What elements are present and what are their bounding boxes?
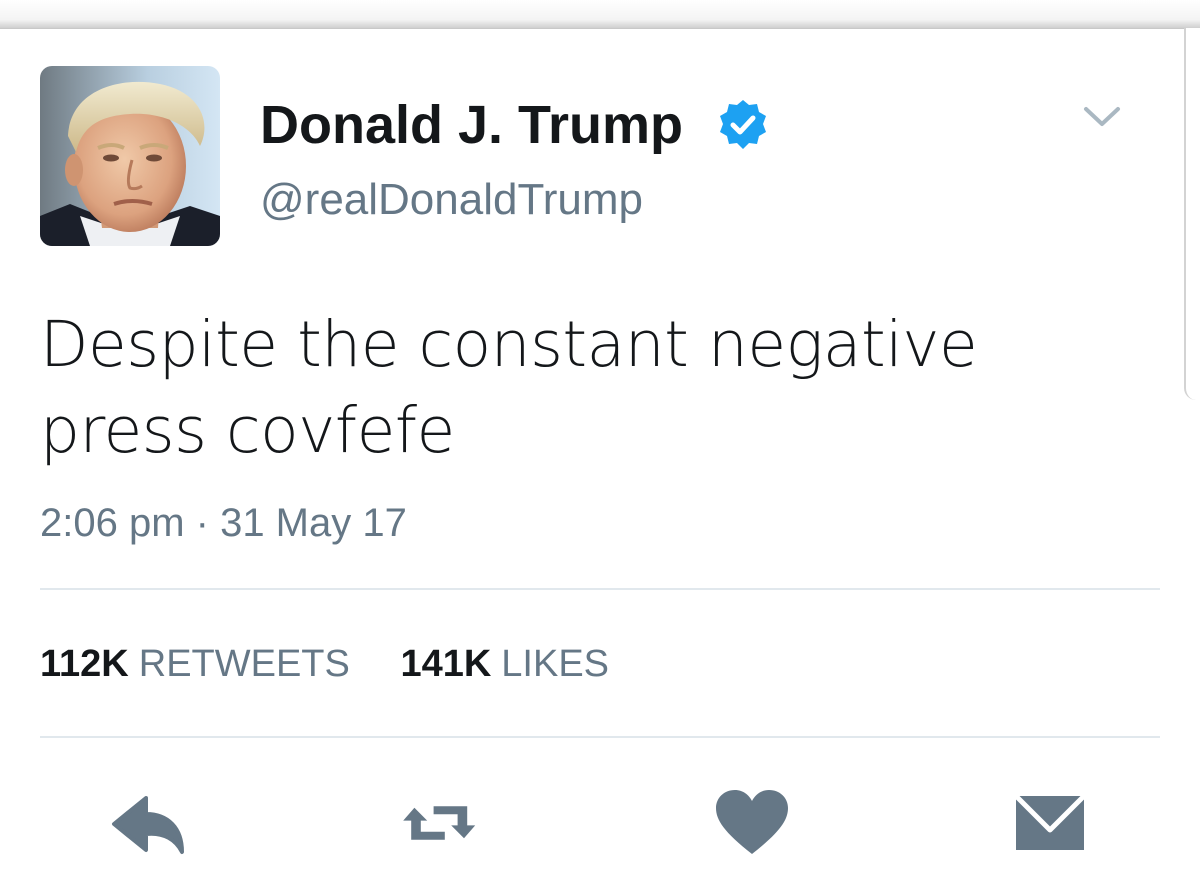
top-bar-edge — [0, 0, 1200, 29]
verified-badge-icon — [720, 100, 766, 149]
heart-icon[interactable] — [712, 788, 792, 858]
handle[interactable]: @realDonaldTrump — [260, 172, 643, 228]
likes-stat[interactable]: 141K LIKES — [400, 640, 609, 688]
envelope-icon[interactable] — [1010, 788, 1090, 858]
retweets-label: RETWEETS — [138, 643, 350, 685]
retweets-stat[interactable]: 112K RETWEETS — [40, 640, 350, 688]
retweet-icon[interactable] — [400, 788, 480, 858]
scrollbar[interactable] — [1184, 28, 1200, 400]
likes-count: 141K — [400, 643, 492, 685]
retweets-count: 112K — [40, 643, 129, 685]
timestamp[interactable]: 2:06 pm · 31 May 17 — [40, 498, 407, 548]
display-name[interactable]: Donald J. Trump — [260, 92, 683, 158]
divider — [40, 736, 1160, 738]
avatar[interactable] — [40, 66, 220, 246]
likes-label: LIKES — [501, 643, 610, 685]
divider — [40, 588, 1160, 590]
tweet-detail-screen: Donald J. Trump @realDonaldTrump Despite… — [0, 0, 1200, 890]
tweet-text: Despite the constant negative press covf… — [40, 308, 978, 467]
reply-icon[interactable] — [110, 788, 190, 858]
tweet-stats: 112K RETWEETS 141K LIKES — [40, 640, 609, 688]
chevron-down-icon[interactable] — [1082, 104, 1122, 130]
